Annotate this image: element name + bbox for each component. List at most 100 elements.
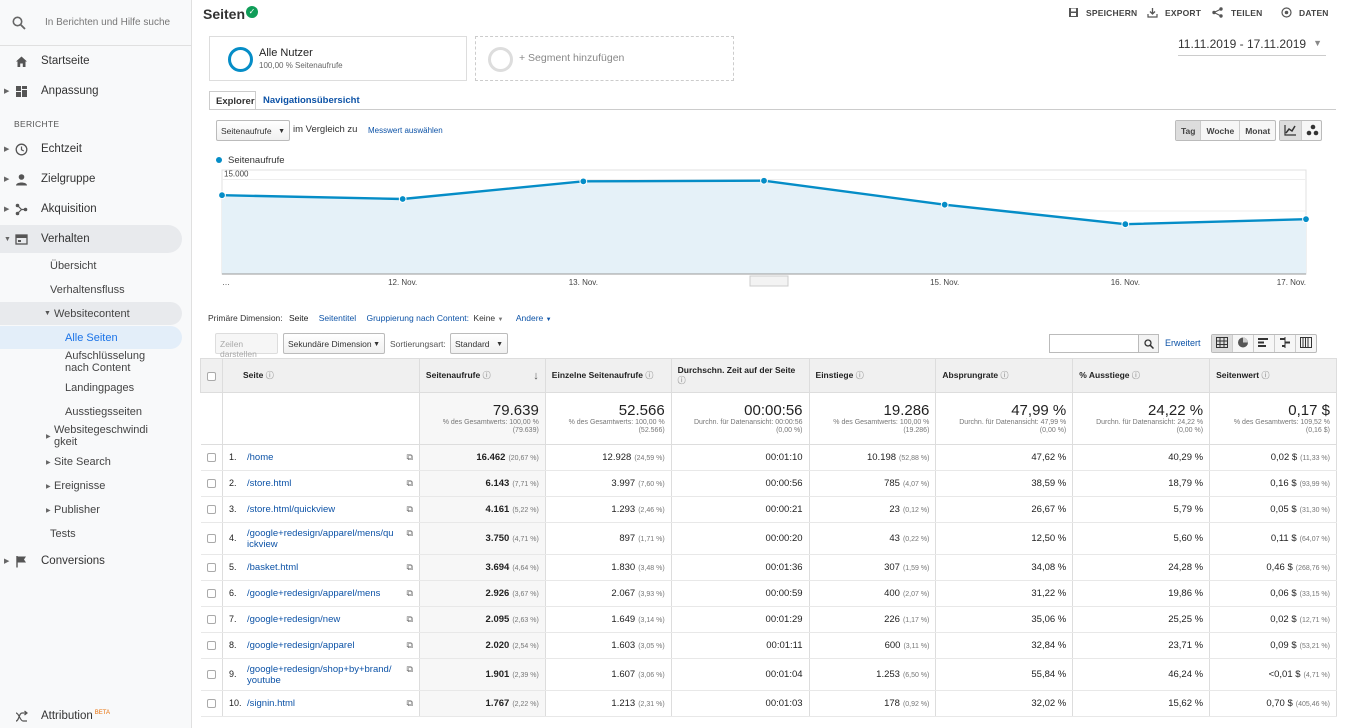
line-chart-button[interactable] <box>1280 121 1302 140</box>
share-button[interactable]: TEILEN <box>1231 8 1262 18</box>
table-row[interactable]: 5./basket.html ⧉ 3.694 (4,64 %) 1.830 (3,48 %… <box>200 554 1337 581</box>
sidebar-item-behavior[interactable]: ▼ Verhalten <box>0 225 182 253</box>
open-page-icon[interactable]: ⧉ <box>406 562 412 573</box>
page-link[interactable]: /basket.html <box>247 562 395 573</box>
sidebar-item-realtime[interactable]: ▶ Echtzeit <box>0 135 182 163</box>
column-header-entrances[interactable]: Einstiege ⓘ <box>808 358 937 393</box>
page-link[interactable]: /google+redesign/apparel/mens <box>247 588 395 599</box>
sidebar-item-site-speed[interactable]: Websitegeschwindigkeit <box>54 424 152 448</box>
dimension-page[interactable]: Seite <box>289 313 308 323</box>
table-row[interactable]: 9. /google+redesign/shop+by+brand/youtube… <box>200 658 1337 691</box>
segment-all-users[interactable]: Alle Nutzer 100,00 % Seitenaufrufe <box>209 36 467 81</box>
row-checkbox[interactable] <box>206 698 216 708</box>
open-page-icon[interactable]: ⧉ <box>406 698 412 709</box>
row-checkbox[interactable] <box>206 614 216 624</box>
column-header-avg-time[interactable]: Durchschn. Zeit auf der Seite ⓘ <box>670 358 810 393</box>
motion-chart-button[interactable] <box>1302 121 1323 140</box>
page-link[interactable]: /google+redesign/apparel <box>247 640 395 651</box>
sidebar-item-home[interactable]: Startseite <box>0 47 182 75</box>
table-row[interactable]: 8. /google+redesign/apparel ⧉ 2.020 (2,54 %)… <box>200 632 1337 659</box>
dimension-other[interactable]: Andere <box>516 313 543 323</box>
tab-navigation-summary[interactable]: Navigationsübersicht <box>257 91 367 110</box>
sidebar-item-conversions[interactable]: ▶ Conversions <box>0 547 182 575</box>
row-checkbox[interactable] <box>206 669 216 679</box>
open-page-icon[interactable]: ⧉ <box>406 640 412 651</box>
granularity-week[interactable]: Woche <box>1201 121 1241 140</box>
sidebar-item-events[interactable]: Ereignisse <box>54 480 105 492</box>
open-page-icon[interactable]: ⧉ <box>406 588 412 599</box>
page-link[interactable]: /signin.html <box>247 698 395 709</box>
insights-button[interactable]: DATEN <box>1299 8 1329 18</box>
page-link[interactable]: /google+redesign/new <box>247 614 395 625</box>
sidebar-item-attribution[interactable]: Attribution BETA <box>0 702 182 728</box>
sidebar-item-customize[interactable]: ▶ Anpassung <box>0 77 182 105</box>
open-page-icon[interactable]: ⧉ <box>406 528 412 539</box>
row-checkbox[interactable] <box>206 452 216 462</box>
column-header-pageviews[interactable]: Seitenaufrufe ⓘ ↓ <box>418 358 546 393</box>
table-search-button[interactable] <box>1138 334 1159 353</box>
content-grouping-value[interactable]: Keine <box>473 313 495 323</box>
open-page-icon[interactable]: ⧉ <box>406 452 412 463</box>
sidebar-search[interactable]: In Berichten und Hilfe suche <box>0 0 191 46</box>
compare-view-button[interactable] <box>1275 335 1296 352</box>
sidebar-item-overview[interactable]: Übersicht <box>50 260 96 272</box>
row-checkbox[interactable] <box>206 504 216 514</box>
table-row[interactable]: 4. /google+redesign/apparel/mens/quickvie… <box>200 522 1337 555</box>
column-header-unique-pageviews[interactable]: Einzelne Seitenaufrufe ⓘ <box>544 358 672 393</box>
add-segment-button[interactable]: + Segment hinzufügen <box>475 36 734 81</box>
sidebar-item-behavior-flow[interactable]: Verhaltensfluss <box>50 284 125 296</box>
table-row[interactable]: 2./store.html ⧉ 6.143 (7,71 %) 3.997 (7,60 %)… <box>200 470 1337 497</box>
column-header-exit-rate[interactable]: % Ausstiege ⓘ <box>1072 358 1211 393</box>
open-page-icon[interactable]: ⧉ <box>406 504 412 515</box>
granularity-day[interactable]: Tag <box>1176 121 1202 140</box>
metric-select[interactable]: Seitenaufrufe ▼ <box>216 120 290 141</box>
row-checkbox[interactable] <box>206 588 216 598</box>
sidebar-item-exit-pages[interactable]: Ausstiegsseiten <box>65 406 142 418</box>
open-page-icon[interactable]: ⧉ <box>406 614 412 625</box>
export-button[interactable]: EXPORT <box>1165 8 1201 18</box>
secondary-dimension-select[interactable]: Sekundäre Dimension ▼ <box>283 333 385 354</box>
row-checkbox[interactable] <box>206 562 216 572</box>
page-link[interactable]: /google+redesign/shop+by+brand/youtube <box>247 664 395 686</box>
open-page-icon[interactable]: ⧉ <box>406 478 412 489</box>
table-row[interactable]: 10./signin.html ⧉ 1.767 (2,22 %) 1.213 (2,31 … <box>200 690 1337 717</box>
table-row[interactable]: 1./home ⧉ 16.462 (20,67 %) 12.928 (24,59 %) 00… <box>200 444 1337 471</box>
table-row[interactable]: 7./google+redesign/new ⧉ 2.095 (2,63 %) 1.64… <box>200 606 1337 633</box>
pivot-view-button[interactable] <box>1296 335 1316 352</box>
dimension-page-title[interactable]: Seitentitel <box>319 313 356 323</box>
row-checkbox[interactable] <box>206 478 216 488</box>
table-view-button[interactable] <box>1212 335 1233 352</box>
sidebar-item-acquisition[interactable]: ▶ Akquisition <box>0 195 182 223</box>
search-input[interactable]: In Berichten und Hilfe suche <box>45 17 170 28</box>
advanced-filter-link[interactable]: Erweitert <box>1165 338 1201 348</box>
table-row[interactable]: 3./store.html/quickview ⧉ 4.161 (5,22 %) 1.2… <box>200 496 1337 523</box>
open-page-icon[interactable]: ⧉ <box>406 664 412 675</box>
sidebar-item-all-pages[interactable]: Alle Seiten <box>65 332 118 344</box>
save-button[interactable]: SPEICHERN <box>1086 8 1137 18</box>
granularity-month[interactable]: Monat <box>1240 121 1275 140</box>
sort-type-select[interactable]: Standard ▼ <box>450 333 508 354</box>
sidebar-item-site-content[interactable]: Websitecontent <box>54 308 130 320</box>
plot-rows-button[interactable]: Zeilen darstellen <box>215 333 278 359</box>
page-link[interactable]: /google+redesign/apparel/mens/quickview <box>247 528 395 550</box>
row-checkbox[interactable] <box>206 533 216 543</box>
page-link[interactable]: /home <box>247 452 395 463</box>
sidebar-item-publisher[interactable]: Publisher <box>54 504 100 516</box>
select-metric-link[interactable]: Messwert auswählen <box>368 126 443 135</box>
sidebar-item-experiments[interactable]: Tests <box>50 528 76 540</box>
row-checkbox[interactable] <box>206 640 216 650</box>
column-header-page-value[interactable]: Seitenwert ⓘ <box>1209 358 1337 393</box>
sidebar-item-content-drilldown[interactable]: Aufschlüsselung nach Content <box>65 350 165 374</box>
table-row[interactable]: 6./google+redesign/apparel/mens ⧉ 2.926 (3,… <box>200 580 1337 607</box>
sidebar-item-audience[interactable]: ▶ Zielgruppe <box>0 165 182 193</box>
tab-explorer[interactable]: Explorer <box>209 91 256 110</box>
column-header-page[interactable]: Seite ⓘ <box>222 358 420 393</box>
sidebar-item-site-search[interactable]: Site Search <box>54 456 111 468</box>
page-link[interactable]: /store.html <box>247 478 395 489</box>
date-range-picker[interactable]: 11.11.2019 - 17.11.2019 ▼ <box>1178 37 1326 56</box>
select-all-checkbox[interactable] <box>207 371 216 381</box>
content-grouping-label[interactable]: Gruppierung nach Content: <box>366 313 469 323</box>
bar-view-button[interactable] <box>1254 335 1275 352</box>
column-header-bounce-rate[interactable]: Absprungrate ⓘ <box>935 358 1074 393</box>
sidebar-item-landing-pages[interactable]: Landingpages <box>65 382 134 394</box>
